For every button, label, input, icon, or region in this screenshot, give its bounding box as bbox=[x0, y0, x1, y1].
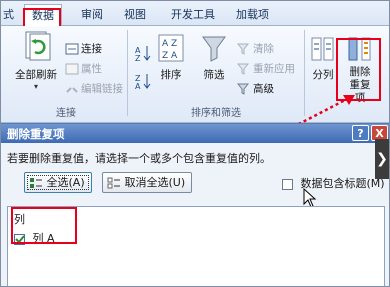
dialog-title: 删除重复项 bbox=[7, 127, 65, 141]
advanced-filter-icon bbox=[236, 83, 251, 95]
select-all-icon bbox=[29, 176, 43, 189]
unselect-all-icon bbox=[107, 176, 121, 189]
refresh-all-icon bbox=[25, 31, 51, 61]
select-all-button[interactable]: 全选(A) bbox=[24, 172, 92, 193]
advanced-button[interactable]: 高级 bbox=[236, 81, 274, 97]
sort-dialog-icon: A Z Z A bbox=[158, 34, 184, 62]
connections-label: 连接 bbox=[81, 43, 102, 55]
excel-window: 式 数据 审阅 视图 开发工具 加载项 全部刷新 ▾ 连接 属性 编辑链接 连接… bbox=[0, 0, 390, 287]
tab-developer[interactable]: 开发工具 bbox=[171, 6, 215, 23]
column-highlight-box bbox=[11, 207, 77, 244]
tab-review[interactable]: 审阅 bbox=[81, 6, 103, 23]
edit-links-label: 编辑链接 bbox=[81, 83, 123, 95]
select-all-label: 全选(A) bbox=[46, 176, 85, 189]
sort-label: 排序 bbox=[160, 69, 182, 81]
advanced-label: 高级 bbox=[253, 83, 274, 95]
tab-view[interactable]: 视图 bbox=[124, 6, 146, 23]
help-button[interactable]: ? bbox=[352, 125, 369, 141]
refresh-all-button[interactable]: 全部刷新 ▾ bbox=[13, 30, 59, 91]
properties-icon bbox=[65, 63, 79, 75]
tab-formulas[interactable]: 式 bbox=[3, 6, 14, 23]
reapply-icon bbox=[236, 63, 251, 75]
sort-button[interactable]: A Z Z A 排序 bbox=[156, 34, 186, 82]
mouse-cursor-icon bbox=[303, 188, 317, 208]
clear-label: 清除 bbox=[253, 43, 274, 55]
remove-duplicates-highlight-box bbox=[336, 38, 381, 101]
text-to-columns-button[interactable]: 分列 bbox=[309, 36, 337, 82]
svg-text:Z A: Z A bbox=[162, 51, 178, 61]
svg-text:A: A bbox=[135, 82, 141, 90]
sort-az-icon: AZ bbox=[135, 46, 151, 63]
group-divider bbox=[127, 30, 128, 116]
edit-links-icon bbox=[65, 83, 79, 95]
edit-links-button: 编辑链接 bbox=[65, 81, 123, 97]
connections-button[interactable]: 连接 bbox=[65, 41, 102, 57]
remove-duplicates-dialog: 删除重复项 ? X 若要删除重复值，请选择一个或多个包含重复值的列。 全选(A)… bbox=[1, 123, 389, 286]
group-label-connections: 连接 bbox=[56, 108, 76, 119]
filter-label: 筛选 bbox=[203, 69, 225, 81]
svg-text:A Z: A Z bbox=[162, 39, 177, 49]
unselect-all-button[interactable]: 取消全选(U) bbox=[102, 172, 193, 193]
text-to-columns-icon bbox=[311, 37, 334, 61]
dialog-titlebar: 删除重复项 ? X bbox=[1, 124, 389, 143]
dialog-description: 若要删除重复值，请选择一个或多个包含重复值的列。 bbox=[7, 152, 271, 165]
clear-filter-icon bbox=[236, 43, 251, 55]
filter-funnel-icon bbox=[202, 36, 226, 62]
refresh-all-label: 全部刷新 bbox=[15, 69, 57, 81]
next-arrow-icon[interactable]: ❯ bbox=[375, 139, 389, 179]
clear-button: 清除 bbox=[236, 41, 274, 57]
reapply-button: 重新应用 bbox=[236, 61, 295, 77]
sort-za-icon: ZA bbox=[135, 74, 151, 91]
refresh-dropdown-icon[interactable]: ▾ bbox=[13, 82, 59, 91]
has-headers-checkbox[interactable]: 数据包含标题(M) bbox=[282, 175, 385, 191]
properties-label: 属性 bbox=[81, 63, 102, 75]
group-label-sort-filter: 排序和筛选 bbox=[191, 108, 241, 119]
tab-addins[interactable]: 加载项 bbox=[236, 6, 269, 23]
unselect-all-label: 取消全选(U) bbox=[124, 176, 186, 189]
filter-button[interactable]: 筛选 bbox=[197, 34, 231, 82]
split-label: 分列 bbox=[312, 69, 334, 81]
sort-asc-button[interactable]: AZ bbox=[134, 44, 152, 65]
sort-desc-button[interactable]: ZA bbox=[134, 72, 152, 93]
svg-text:Z: Z bbox=[135, 54, 141, 62]
has-headers-check-box[interactable] bbox=[282, 178, 293, 190]
connections-icon bbox=[65, 43, 79, 55]
properties-button: 属性 bbox=[65, 61, 102, 77]
reapply-label: 重新应用 bbox=[253, 63, 295, 75]
